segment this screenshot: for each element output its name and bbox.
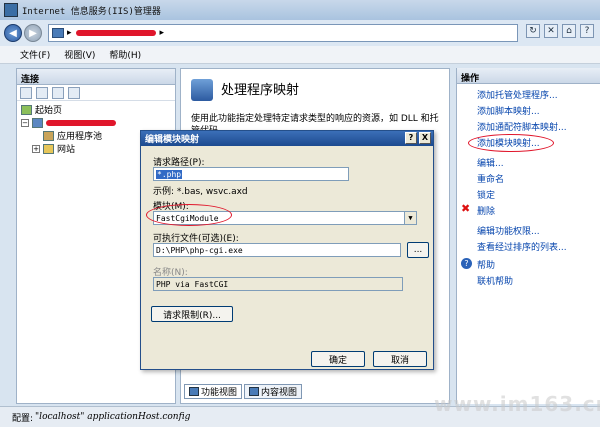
delete-icon: ✖	[461, 202, 471, 215]
executable-value: D:\PHP\php-cgi.exe	[156, 245, 243, 255]
back-button[interactable]: ◀	[4, 24, 22, 42]
title-bar: Internet 信息服务(IIS)管理器	[0, 0, 600, 20]
tab-content-view[interactable]: 内容视图	[244, 384, 303, 399]
address-redacted	[75, 30, 156, 36]
connect-icon[interactable]	[52, 86, 64, 99]
save-icon[interactable]	[36, 86, 48, 99]
annotation-circle-add-module-map	[468, 134, 554, 152]
stop-icon[interactable]: ✕	[544, 24, 558, 38]
actions-panel: 操作 添加托管处理程序... 添加脚本映射... 添加通配符脚本映射... 添加…	[456, 68, 600, 404]
view-tabs: 功能视图 内容视图	[184, 384, 303, 400]
action-add-script-map[interactable]: 添加脚本映射...	[477, 104, 540, 117]
tree-item-start-page[interactable]: 起始页	[21, 103, 175, 116]
request-path-value: *.php	[156, 169, 183, 179]
menu-help[interactable]: 帮助(H)	[109, 48, 141, 61]
menu-view[interactable]: 视图(V)	[64, 48, 95, 61]
dialog-title-bar: 编辑模块映射 ? X	[141, 131, 433, 146]
page-title: 处理程序映射	[221, 83, 300, 98]
server-name-redacted	[46, 119, 116, 126]
globe-icon[interactable]	[20, 86, 32, 99]
menu-bar: 文件(F) 视图(V) 帮助(H)	[0, 46, 600, 64]
annotation-circle-module	[146, 204, 232, 226]
action-add-wildcard-script-map[interactable]: 添加通配符脚本映射...	[477, 120, 567, 133]
connections-header: 连接	[17, 69, 175, 85]
help-circle-icon: ?	[461, 258, 472, 269]
request-path-input[interactable]: *.php	[153, 167, 349, 181]
dialog-close-button[interactable]: X	[419, 132, 431, 144]
window-title: Internet 信息服务(IIS)管理器	[22, 6, 161, 17]
site-watermark: www.im163.cn	[434, 392, 600, 416]
request-path-example: 示例: *.bas, wsvc.axd	[153, 187, 248, 197]
executable-input[interactable]: D:\PHP\php-cgi.exe	[153, 243, 401, 257]
handler-mappings-icon	[191, 79, 213, 101]
address-separator: ▸	[67, 28, 72, 38]
action-view-ordered-list[interactable]: 查看经过排序的列表...	[477, 240, 567, 253]
address-bar: ◀ ▶ ▸ ▸ ↻ ✕ ⌂ ?	[0, 20, 600, 46]
dialog-help-button[interactable]: ?	[405, 132, 417, 144]
tab-feature-view[interactable]: 功能视图	[184, 384, 243, 399]
action-rename[interactable]: 重命名	[477, 172, 504, 185]
name-input: PHP via FastCGI	[153, 277, 403, 291]
action-edit-feature-permissions[interactable]: 编辑功能权限...	[477, 224, 540, 237]
cancel-button[interactable]: 取消	[373, 351, 427, 367]
name-value: PHP via FastCGI	[156, 279, 229, 289]
edit-module-mapping-dialog: 编辑模块映射 ? X 请求路径(P): *.php 示例: *.bas, wsv…	[140, 130, 434, 370]
ok-button[interactable]: 确定	[311, 351, 365, 367]
sites-folder-icon	[43, 143, 54, 154]
status-prefix: 配置:	[12, 413, 34, 424]
tree-item-server[interactable]: −	[21, 116, 175, 129]
address-separator-2: ▸	[159, 28, 165, 38]
server-node-icon	[32, 117, 43, 128]
dropdown-arrow-icon[interactable]: ▼	[404, 212, 416, 224]
status-config-path: "localhost" applicationHost.config	[35, 412, 191, 422]
home-icon[interactable]: ⌂	[562, 24, 576, 38]
action-delete[interactable]: 删除	[477, 204, 495, 217]
action-online-help[interactable]: 联机帮助	[477, 274, 513, 287]
action-edit[interactable]: 编辑...	[477, 156, 504, 169]
app-pool-icon	[43, 130, 54, 141]
help-icon[interactable]: ?	[580, 24, 594, 38]
forward-button[interactable]: ▶	[24, 24, 42, 42]
start-page-icon	[21, 104, 32, 115]
collapse-icon[interactable]: −	[21, 118, 29, 127]
request-restrictions-button[interactable]: 请求限制(R)...	[151, 306, 233, 322]
address-field[interactable]: ▸ ▸	[48, 24, 518, 42]
action-add-managed-handler[interactable]: 添加托管处理程序...	[477, 88, 558, 101]
disconnect-icon[interactable]	[68, 86, 80, 99]
action-help[interactable]: 帮助	[477, 258, 495, 271]
refresh-icon[interactable]: ↻	[526, 24, 540, 38]
server-icon	[52, 28, 64, 38]
expand-icon[interactable]: +	[32, 144, 40, 153]
iis-app-icon	[4, 3, 18, 17]
content-view-icon	[249, 387, 260, 396]
connections-toolbar	[17, 85, 175, 101]
feature-view-icon	[189, 387, 199, 396]
dialog-title: 编辑模块映射	[145, 135, 200, 145]
actions-header: 操作	[457, 68, 600, 84]
action-lock[interactable]: 锁定	[477, 188, 495, 201]
menu-file[interactable]: 文件(F)	[20, 48, 50, 61]
browse-button[interactable]: ...	[407, 242, 429, 258]
